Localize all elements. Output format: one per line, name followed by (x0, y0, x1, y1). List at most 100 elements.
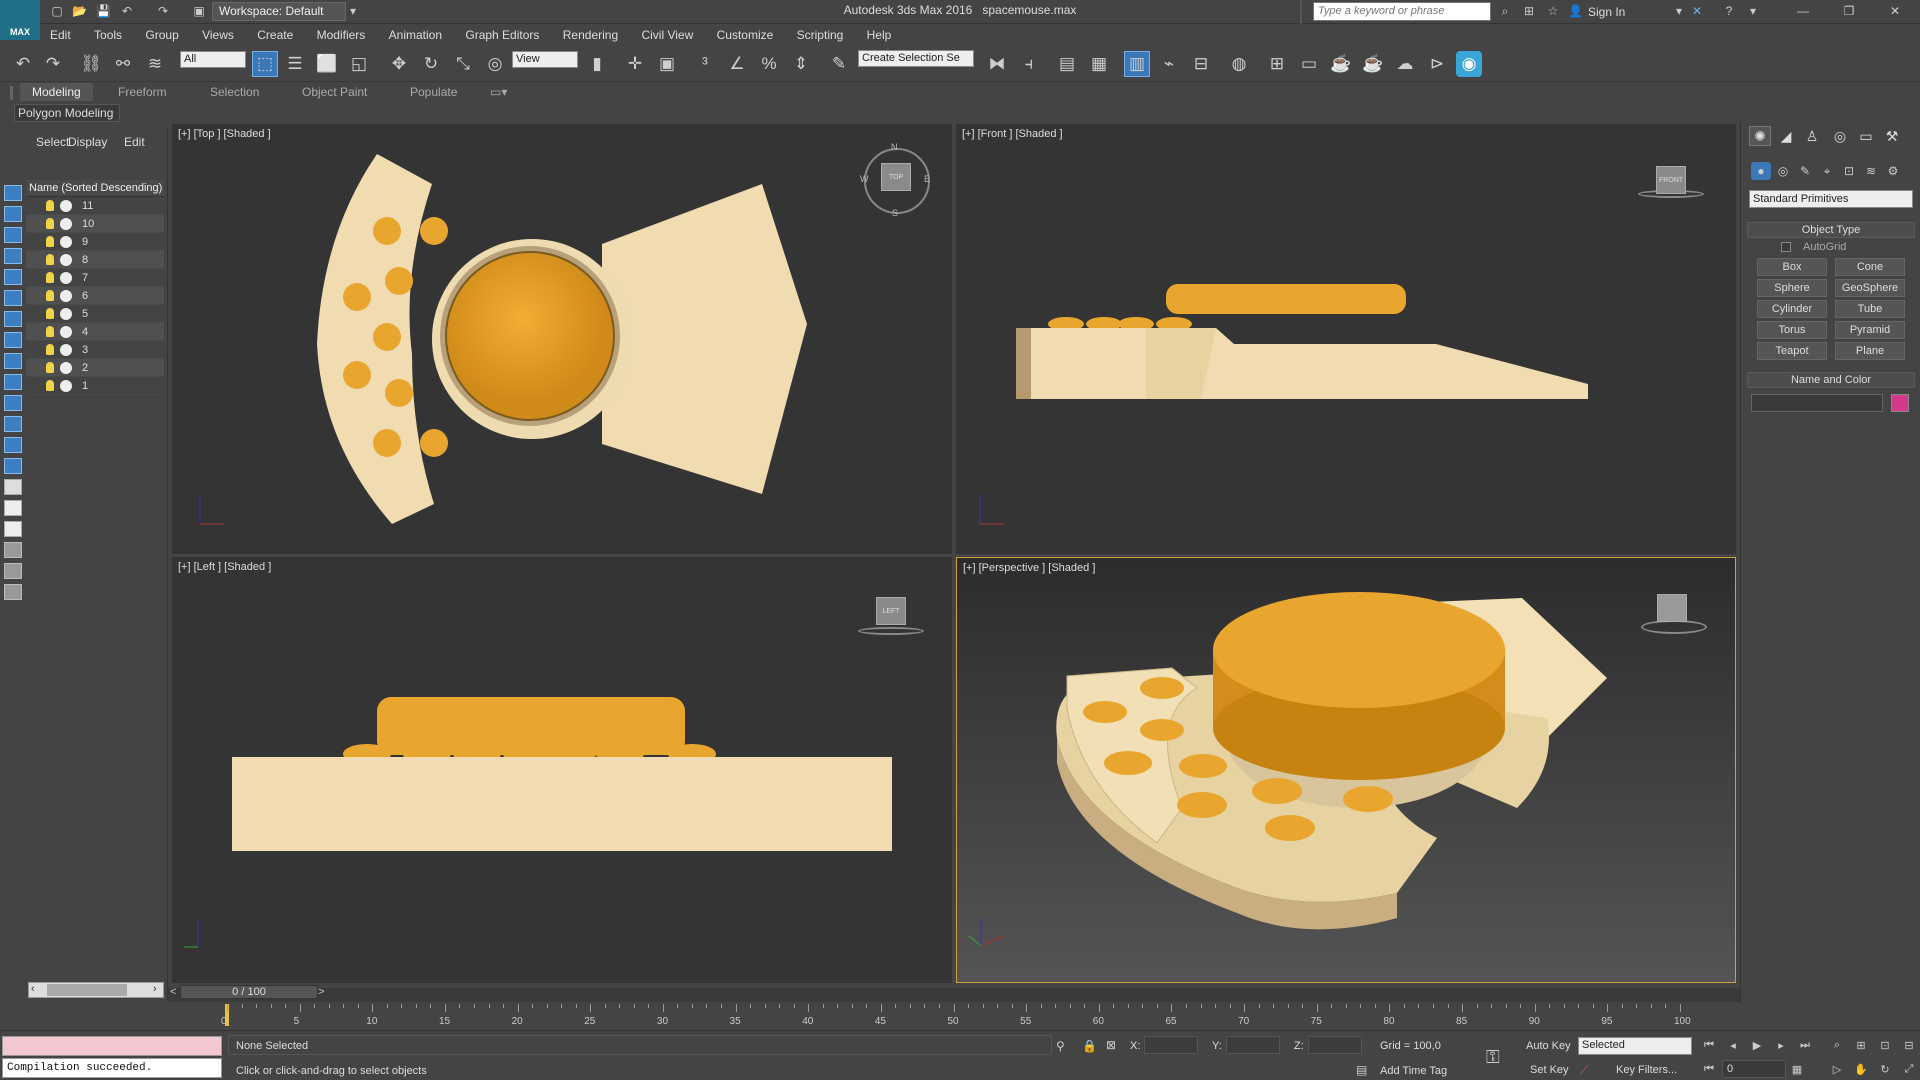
cylinder-button[interactable]: Cylinder (1757, 300, 1827, 318)
redo-icon[interactable]: ↷ (40, 51, 66, 77)
next-frame-icon[interactable]: > (318, 986, 324, 998)
project-folder-icon[interactable]: ▣ (192, 4, 206, 18)
save-icon[interactable]: 💾 (96, 4, 111, 18)
material-editor-icon[interactable]: ◍ (1226, 51, 1252, 77)
list-item[interactable]: 3 (26, 341, 164, 359)
viewport-top[interactable]: [+] [Top ] [Shaded ] TOP N S E W (172, 124, 952, 554)
key-filters-button[interactable]: Key Filters... (1616, 1064, 1677, 1076)
light-bulb-icon[interactable] (46, 218, 54, 229)
autogrid-checkbox[interactable] (1781, 242, 1791, 252)
display-frozen-icon[interactable] (4, 437, 22, 453)
workspace-dropdown[interactable]: Workspace: Default (212, 2, 346, 21)
undo-title-icon[interactable]: ↶ (120, 4, 134, 18)
torus-button[interactable]: Torus (1757, 321, 1827, 339)
display-cameras-icon[interactable] (4, 290, 22, 306)
column-header-name[interactable]: Name (Sorted Descending) (26, 180, 164, 197)
list-item[interactable]: 1 (26, 377, 164, 395)
light-bulb-icon[interactable] (46, 272, 54, 283)
selection-filter-dropdown[interactable]: All (180, 51, 246, 68)
plane-button[interactable]: Plane (1835, 342, 1905, 360)
angle-snap-icon[interactable]: ∠ (724, 51, 750, 77)
chevron-down-icon[interactable]: ▾ (1746, 4, 1760, 18)
object-color-swatch[interactable] (1891, 394, 1909, 412)
close-icon[interactable]: ✕ (1888, 4, 1902, 18)
list-item[interactable]: 4 (26, 323, 164, 341)
restore-icon[interactable]: ❐ (1842, 4, 1856, 18)
list-item[interactable]: 6 (26, 287, 164, 305)
space-warps-icon[interactable]: ≋ (1861, 162, 1881, 180)
object-type-rollout[interactable]: Object Type (1747, 222, 1915, 238)
select-none-icon[interactable] (4, 500, 22, 516)
open-file-icon[interactable]: 📂 (72, 4, 87, 18)
reference-coordinate-dropdown[interactable]: View (512, 51, 578, 68)
ribbon-panel-label[interactable]: Polygon Modeling (14, 104, 120, 122)
list-item[interactable]: 10 (26, 215, 164, 233)
render-in-cloud-icon[interactable]: ☁ (1392, 51, 1418, 77)
tab-object-paint[interactable]: Object Paint (302, 85, 367, 99)
menu-create[interactable]: Create (247, 24, 303, 46)
systems-icon[interactable]: ⚙ (1883, 162, 1903, 180)
light-bulb-icon[interactable] (46, 344, 54, 355)
visibility-icon[interactable] (60, 344, 72, 356)
scroll-right-icon[interactable]: › (153, 983, 157, 995)
menu-customize[interactable]: Customize (707, 24, 784, 46)
shapes-icon[interactable]: ◎ (1773, 162, 1793, 180)
light-bulb-icon[interactable] (46, 236, 54, 247)
select-by-name-icon[interactable]: ☰ (282, 51, 308, 77)
display-helpers-icon[interactable] (4, 311, 22, 327)
box-button[interactable]: Box (1757, 258, 1827, 276)
tab-populate[interactable]: Populate (410, 85, 457, 99)
render-production-icon[interactable]: ☕ (1328, 51, 1354, 77)
light-bulb-icon[interactable] (46, 326, 54, 337)
next-frame-icon[interactable]: ▸ (1772, 1037, 1790, 1053)
visibility-icon[interactable] (60, 290, 72, 302)
orbit-icon[interactable]: ↻ (1876, 1061, 1894, 1077)
current-frame-field[interactable]: 0 (1722, 1060, 1786, 1078)
select-invert-icon[interactable] (4, 521, 22, 537)
tab-selection[interactable]: Selection (210, 85, 259, 99)
zoom-all-icon[interactable]: ⊞ (1852, 1037, 1870, 1053)
display-lights-icon[interactable] (4, 269, 22, 285)
search-input[interactable]: Type a keyword or phrase (1313, 2, 1491, 21)
hierarchy-tab-icon[interactable]: ♙ (1801, 126, 1823, 146)
display-xrefs-icon[interactable] (4, 374, 22, 390)
light-bulb-icon[interactable] (46, 380, 54, 391)
teapot-button[interactable]: Teapot (1757, 342, 1827, 360)
menu-rendering[interactable]: Rendering (553, 24, 628, 46)
ribbon-options-icon[interactable]: ▭▾ (490, 85, 507, 99)
play-icon[interactable]: ▶ (1748, 1037, 1766, 1053)
isolate-selection-icon[interactable]: ⚲ (1056, 1039, 1065, 1053)
key-mode-toggle-icon[interactable]: ⏮ (1700, 1061, 1718, 1077)
a360-gallery-icon[interactable]: ⊳ (1424, 51, 1450, 77)
snaps-toggle-icon[interactable]: ³ (692, 51, 718, 77)
horizontal-scrollbar[interactable]: ‹ › (28, 982, 164, 998)
binoculars-icon[interactable]: ⌕ (1498, 4, 1512, 18)
key-mode-dropdown[interactable]: Selected (1578, 1037, 1692, 1055)
sphere-button[interactable]: Sphere (1757, 279, 1827, 297)
exchange-icon[interactable]: ✕ (1690, 4, 1704, 18)
visibility-icon[interactable] (60, 200, 72, 212)
visibility-icon[interactable] (60, 326, 72, 338)
help-icon[interactable]: ? (1722, 4, 1736, 18)
link-icon[interactable]: ⛓ (78, 51, 104, 77)
visibility-icon[interactable] (60, 308, 72, 320)
scroll-left-icon[interactable]: ‹ (31, 983, 35, 995)
viewcube[interactable] (1657, 594, 1687, 622)
select-object-icon[interactable]: ⬚ (252, 51, 278, 77)
time-configuration-icon[interactable]: ▦ (1788, 1061, 1806, 1077)
go-to-end-icon[interactable]: ⏭ (1796, 1037, 1814, 1053)
keyboard-shortcut-override-icon[interactable]: ▣ (654, 51, 680, 77)
list-item[interactable]: 7 (26, 269, 164, 287)
zoom-extents-icon[interactable]: ⊡ (1876, 1037, 1894, 1053)
unlink-icon[interactable]: ⚯ (110, 51, 136, 77)
window-crossing-icon[interactable]: ◱ (346, 51, 372, 77)
motion-tab-icon[interactable]: ◎ (1829, 126, 1851, 146)
tab-modeling[interactable]: Modeling (20, 83, 93, 101)
visibility-icon[interactable] (60, 254, 72, 266)
display-geometry-icon[interactable] (4, 227, 22, 243)
star-icon[interactable]: ☆ (1546, 4, 1560, 18)
find-icon[interactable] (4, 563, 22, 579)
maxscript-listener-input[interactable] (2, 1036, 222, 1056)
x-coordinate-field[interactable] (1144, 1036, 1198, 1054)
set-key-button[interactable]: Set Key (1530, 1064, 1569, 1076)
